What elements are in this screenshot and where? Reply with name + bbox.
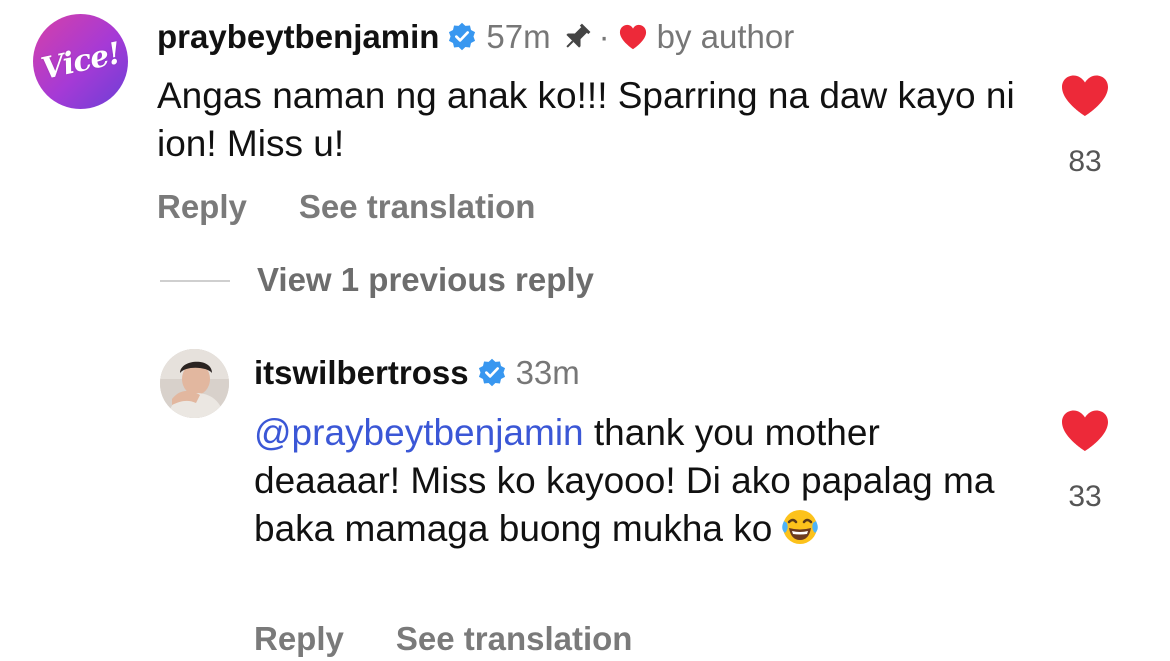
like-count: 33 — [1068, 480, 1102, 513]
view-previous-replies-button[interactable]: View 1 previous reply — [257, 258, 594, 302]
thread-divider — [160, 280, 230, 282]
pin-icon — [566, 23, 591, 48]
laughing-tears-emoji-icon — [782, 510, 819, 544]
comment-text: @praybeytbenjamin thank you mother deaaa… — [254, 409, 1034, 553]
profile-photo — [160, 349, 229, 418]
mention-link[interactable]: @praybeytbenjamin — [254, 412, 584, 453]
comment-header: itswilbertross 33m — [254, 350, 580, 396]
separator-dot: · — [598, 18, 610, 55]
heart-icon — [619, 24, 646, 50]
avatar-praybeytbenjamin[interactable]: Vice! — [33, 14, 128, 109]
comment-actions: Reply See translation — [157, 185, 535, 229]
comment-actions: Reply See translation — [254, 617, 632, 661]
username-link[interactable]: itswilbertross — [254, 350, 469, 396]
verified-badge-icon — [478, 358, 505, 387]
see-translation-button[interactable]: See translation — [299, 188, 536, 226]
reply-button[interactable]: Reply — [157, 188, 247, 226]
comment-timestamp: 57m — [486, 18, 551, 55]
comment-text: Angas naman ng anak ko!!! Sparring na da… — [157, 75, 1015, 164]
username-link[interactable]: praybeytbenjamin — [157, 14, 439, 60]
see-translation-button[interactable]: See translation — [396, 620, 633, 658]
comment-timestamp: 33m — [515, 354, 580, 391]
heart-like-icon[interactable] — [1060, 74, 1110, 118]
heart-like-icon[interactable] — [1060, 409, 1110, 453]
comment-header: praybeytbenjamin 57m · by author — [157, 14, 794, 60]
like-count: 83 — [1068, 145, 1102, 178]
reply-button[interactable]: Reply — [254, 620, 344, 658]
verified-badge-icon — [449, 22, 476, 51]
avatar-itswilbertross[interactable] — [160, 349, 229, 418]
vice-logo: Vice! — [37, 36, 124, 87]
liked-by-author-label: by author — [656, 18, 795, 55]
